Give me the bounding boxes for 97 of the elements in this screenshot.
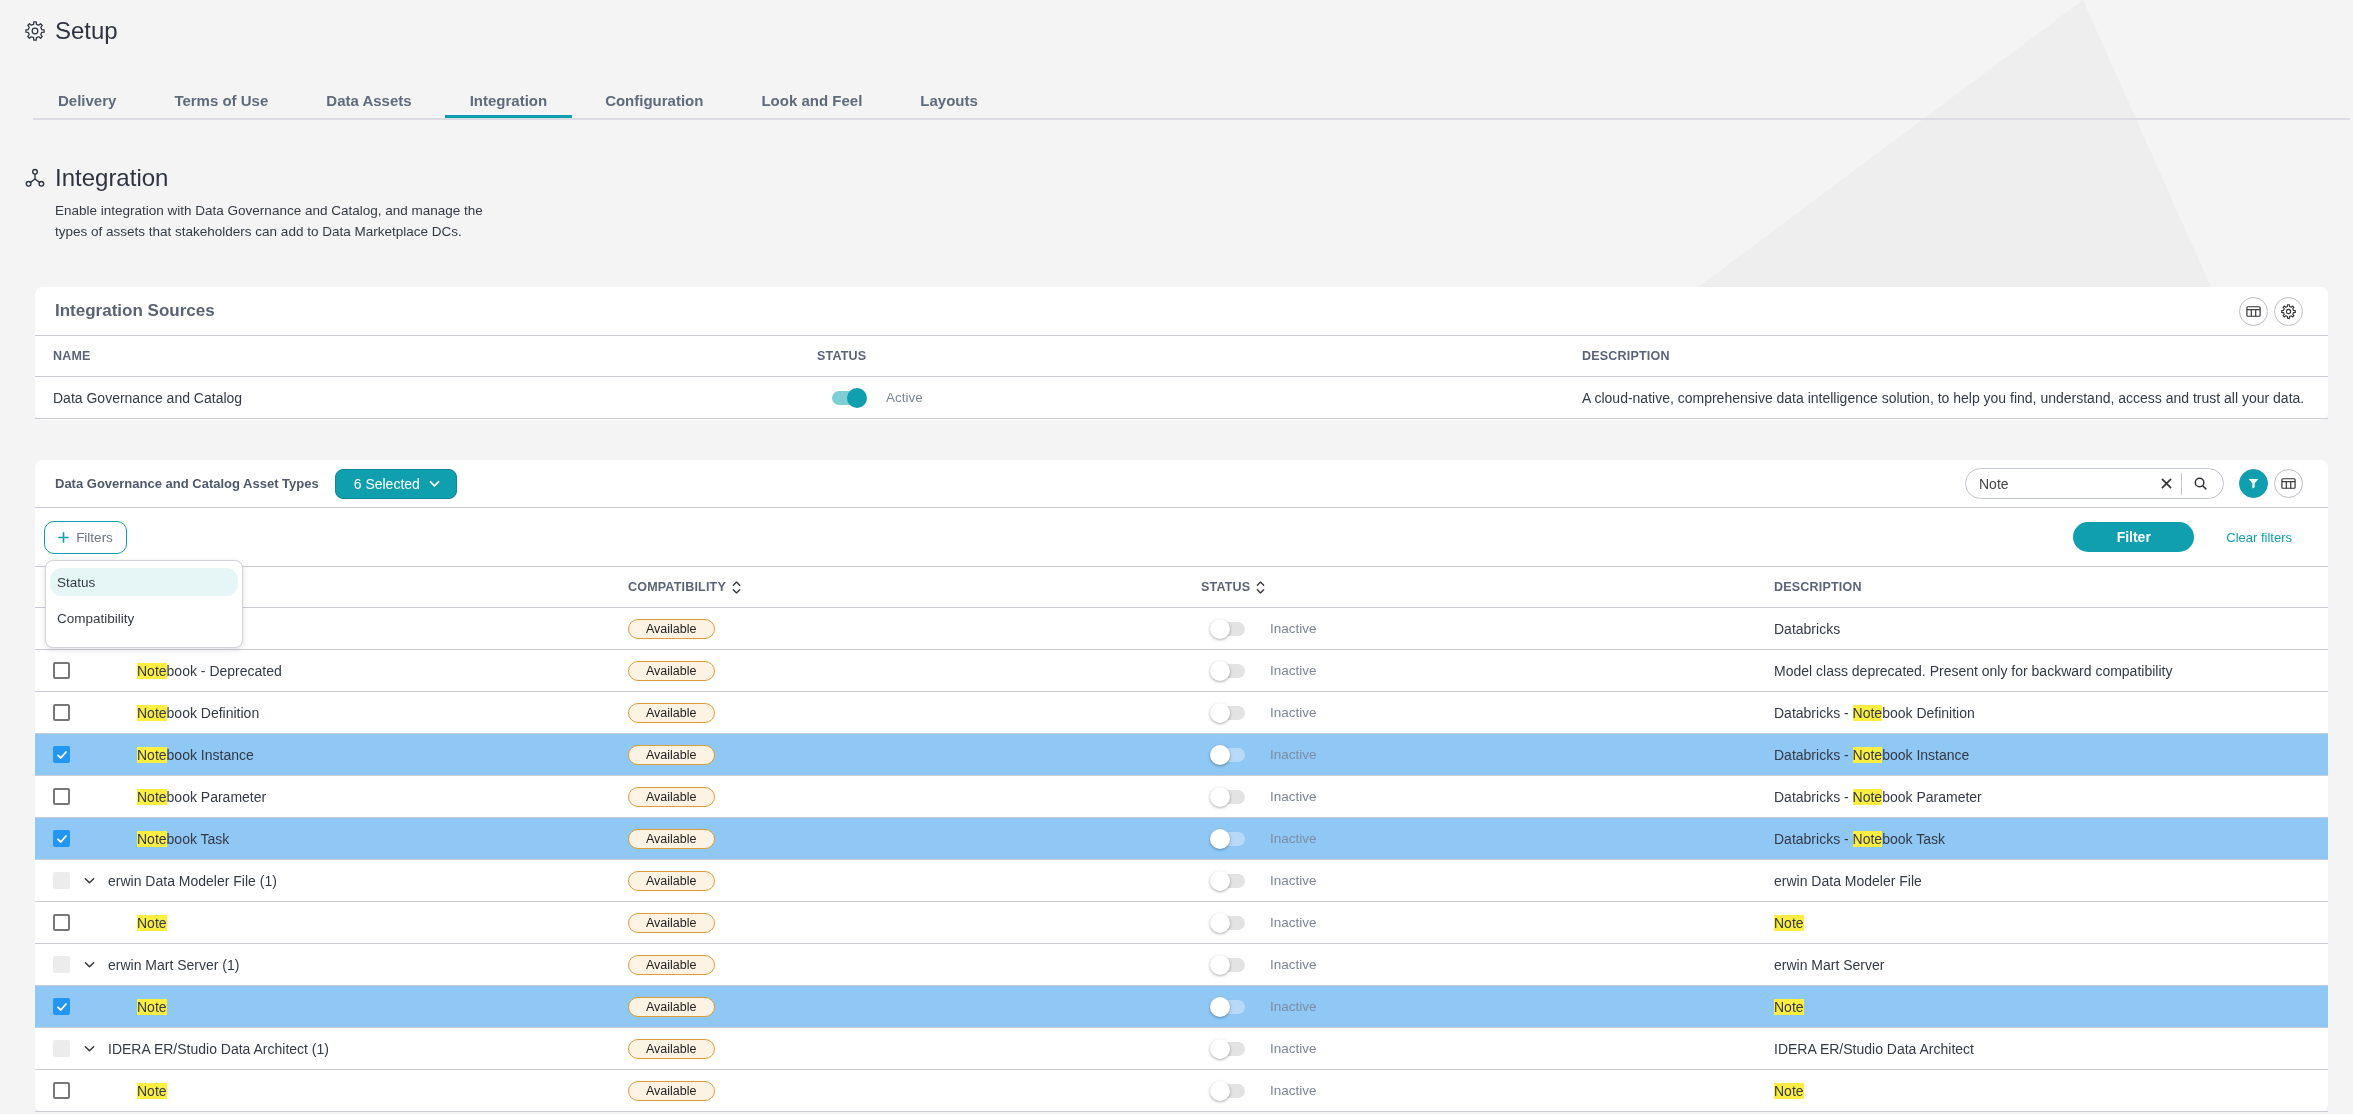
add-filter-button[interactable]: Filters	[44, 520, 127, 554]
compatibility-badge: Available	[628, 660, 715, 681]
compatibility-badge: Available	[628, 702, 715, 723]
compatibility-badge: Available	[628, 1038, 715, 1059]
status-text: Inactive	[1270, 831, 1317, 846]
tab[interactable]: Integration	[444, 82, 573, 118]
check-icon	[55, 748, 68, 761]
checkbox[interactable]	[53, 704, 70, 721]
check-icon	[55, 832, 68, 845]
tab[interactable]: Look and Feel	[736, 82, 888, 118]
chevron-down-icon	[428, 479, 440, 488]
table-row[interactable]: Notebook Instance Available Inactive Databricks - Notebook Instance	[35, 734, 2328, 776]
asset-name: erwin Data Modeler File (1)	[108, 872, 277, 889]
compatibility-badge: Available	[628, 912, 715, 933]
table-row[interactable]: Notebook Task Available Inactive Databricks - Notebook Task	[35, 818, 2328, 860]
plus-icon	[58, 531, 70, 543]
settings-icon	[2281, 303, 2296, 319]
column-header[interactable]: DESCRIPTION	[1774, 580, 1862, 594]
status-text: Inactive	[1270, 999, 1317, 1014]
description-text: Note	[1774, 998, 1804, 1015]
asset-name: erwin Mart Server (1)	[108, 956, 240, 973]
tab[interactable]: Terms of Use	[149, 82, 294, 118]
status-text: Inactive	[1270, 915, 1317, 930]
status-text: Inactive	[1270, 1041, 1317, 1056]
column-header: NAME	[53, 349, 91, 363]
panel-title: Integration Sources	[55, 301, 215, 321]
status-text: Inactive	[1270, 873, 1317, 888]
page-title: Setup	[55, 16, 118, 46]
compatibility-badge: Available	[628, 744, 715, 765]
asset-name: Notebook Instance	[137, 746, 254, 763]
description-text: A cloud-native, comprehensive data intelligence solution, to help you find, understand, access and trust all your data.	[1582, 389, 2305, 406]
description-text: IDERA ER/Studio Data Architect	[1774, 1040, 1974, 1057]
asset-name: Notebook Definition	[137, 704, 260, 721]
tab[interactable]: Layouts	[895, 82, 1003, 118]
compatibility-badge: Available	[628, 996, 715, 1017]
description-text: erwin Mart Server	[1774, 956, 1885, 973]
status-text: Inactive	[1270, 789, 1317, 804]
column-header: STATUS	[817, 349, 867, 363]
asset-name: IDERA ER/Studio Data Architect (1)	[108, 1040, 329, 1057]
column-header: DESCRIPTION	[1582, 349, 1670, 363]
status-text: Inactive	[1270, 621, 1317, 636]
asset-name: Notebook Parameter	[137, 788, 267, 805]
status-text: Inactive	[1270, 705, 1317, 720]
asset-name: Notebook Task	[137, 830, 230, 847]
tab[interactable]: Data Assets	[301, 82, 437, 118]
columns-icon	[2281, 478, 2296, 489]
status-text: Inactive	[1270, 1083, 1317, 1098]
status-text: Active	[886, 390, 923, 405]
check-icon	[55, 1000, 68, 1013]
asset-name: Notebook - Deprecated	[137, 662, 282, 679]
section-description: Enable integration with Data Governance and Catalog, and manage the types of assets that stakeholders can add to Data Marketplace DCs.	[55, 202, 484, 241]
checkbox[interactable]	[53, 746, 70, 763]
tab[interactable]: Configuration	[580, 82, 729, 118]
checkbox[interactable]	[53, 830, 70, 847]
status-text: Inactive	[1270, 747, 1317, 762]
search-icon[interactable]	[2194, 477, 2207, 490]
asset-name: Note	[137, 998, 167, 1015]
sort-icon[interactable]	[1256, 579, 1266, 595]
description-text: erwin Data Modeler File	[1774, 872, 1922, 889]
table-row[interactable]: Notebook - Deprecated Available Inactive Model class deprecated. Present only for backward compatibility	[35, 650, 2328, 692]
columns-button[interactable]	[2274, 469, 2303, 498]
compatibility-badge: Available	[628, 786, 715, 807]
description-text: Databricks - Notebook Task	[1774, 830, 1945, 847]
compatibility-badge: Available	[628, 870, 715, 891]
gear-icon	[25, 21, 45, 41]
tab[interactable]: Delivery	[33, 82, 142, 118]
column-header[interactable]: COMPATIBILITY	[628, 579, 741, 595]
column-header[interactable]: STATUS	[1201, 579, 1266, 595]
source-name: Data Governance and Catalog	[53, 389, 243, 406]
asset-name: Note	[137, 1082, 167, 1099]
checkbox[interactable]	[53, 662, 70, 679]
status-text: Inactive	[1270, 957, 1317, 972]
description-text: Databricks - Notebook Definition	[1774, 704, 1975, 721]
filter-icon	[2248, 478, 2259, 489]
connected-nodes-icon	[25, 168, 45, 188]
menu-item[interactable]: Status	[50, 568, 238, 596]
section-title: Integration	[55, 163, 169, 193]
panel-title: Data Governance and Catalog Asset Types	[55, 476, 319, 491]
columns-button[interactable]	[2239, 296, 2268, 326]
compatibility-badge: Available	[628, 828, 715, 849]
description-text: Note	[1774, 914, 1804, 931]
description-text: Databricks - Notebook Instance	[1774, 746, 1970, 763]
settings-button[interactable]	[2274, 296, 2303, 326]
checkbox[interactable]	[53, 788, 70, 805]
description-text: Model class deprecated. Present only for backward compatibility	[1774, 662, 2173, 679]
description-text: Databricks - Notebook Parameter	[1774, 788, 1982, 805]
sort-icon[interactable]	[731, 579, 741, 595]
compatibility-badge: Available	[628, 618, 715, 639]
compatibility-badge: Available	[628, 1080, 715, 1101]
description-text: Databricks	[1774, 620, 1841, 637]
asset-name: Note	[137, 914, 167, 931]
status-text: Inactive	[1270, 663, 1317, 678]
compatibility-badge: Available	[628, 954, 715, 975]
close-icon[interactable]	[2161, 478, 2172, 489]
filter-toggle-button[interactable]	[2239, 469, 2268, 498]
columns-icon	[2246, 305, 2261, 317]
description-text: Note	[1774, 1082, 1804, 1099]
